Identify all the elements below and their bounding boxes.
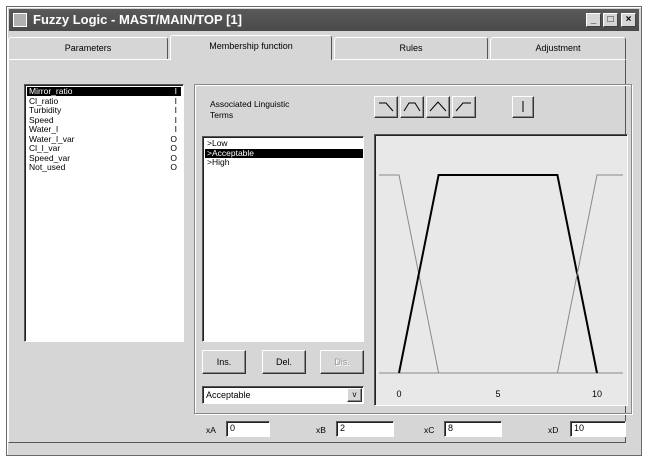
- x-tick-label: 5: [495, 389, 500, 399]
- variable-list-item[interactable]: Not_used O: [27, 163, 181, 172]
- term-select[interactable]: Acceptable v: [202, 386, 364, 404]
- tab-parameters[interactable]: Parameters: [8, 37, 168, 59]
- x-tick-label: 0: [396, 389, 401, 399]
- xb-field[interactable]: 2: [336, 421, 394, 437]
- singleton-shape-icon: [522, 101, 524, 112]
- variable-list-item[interactable]: Water_l I: [27, 125, 181, 134]
- trapezoid-shape-icon: [403, 102, 421, 112]
- xb-label: xB: [316, 425, 326, 435]
- shape-trapezoid-button[interactable]: [400, 96, 424, 118]
- xa-label: xA: [206, 425, 216, 435]
- shape-s-button[interactable]: [452, 96, 476, 118]
- x-tick-label: 10: [592, 389, 602, 399]
- membership-series-line: [398, 174, 598, 374]
- triangle-shape-icon: [429, 101, 447, 112]
- shape-z-button[interactable]: [374, 96, 398, 118]
- variable-list[interactable]: Mirror_ratio I Cl_ratio I Turbidity I Speed I Wa…: [24, 84, 184, 342]
- variable-io-type: O: [170, 143, 177, 153]
- term-select-value: Acceptable: [206, 390, 251, 400]
- delete-term-button[interactable]: Del.: [262, 350, 306, 374]
- membership-chart-svg: 0 5 10: [379, 174, 623, 399]
- minimize-button[interactable]: _: [586, 13, 601, 27]
- shape-triangle-button[interactable]: [426, 96, 450, 118]
- tab-adjustment[interactable]: Adjustment: [490, 37, 626, 59]
- maximize-button[interactable]: □: [603, 13, 618, 27]
- variable-io-type: O: [170, 162, 177, 172]
- variable-name: Not_used: [29, 162, 66, 172]
- app-icon: [13, 13, 27, 27]
- xd-field[interactable]: 10: [570, 421, 626, 437]
- shape-singleton-button[interactable]: [512, 96, 534, 118]
- tab-membership-function[interactable]: Membership function: [170, 35, 332, 60]
- term-list-item[interactable]: >Low: [205, 139, 363, 148]
- variable-io-type: I: [174, 124, 177, 134]
- variable-name: Water_l: [29, 124, 58, 134]
- xc-label: xC: [424, 425, 435, 435]
- variable-list-item[interactable]: Cl_l_var O: [27, 144, 181, 153]
- s-shape-icon: [455, 102, 471, 112]
- term-list-item[interactable]: >High: [205, 158, 363, 167]
- variable-list-item[interactable]: Turbidity I: [27, 106, 181, 115]
- chevron-down-icon[interactable]: v: [347, 388, 362, 402]
- tab-rules[interactable]: Rules: [334, 37, 488, 59]
- terms-label-line2: Terms: [210, 110, 234, 120]
- window-title: Fuzzy Logic - MAST/MAIN/TOP [1]: [33, 12, 242, 27]
- variable-io-type: I: [174, 105, 177, 115]
- terms-label-line1: Associated Linguistic: [210, 99, 290, 109]
- variable-name: Turbidity: [29, 105, 62, 115]
- xa-field[interactable]: 0: [226, 421, 270, 437]
- tab-strip: Parameters Membership function Rules Adj…: [8, 35, 626, 60]
- close-button[interactable]: ×: [621, 13, 636, 27]
- variable-io-type: I: [174, 86, 177, 96]
- z-shape-icon: [379, 102, 394, 112]
- title-bar[interactable]: Fuzzy Logic - MAST/MAIN/TOP [1] _ □ ×: [9, 9, 639, 31]
- membership-chart: 0 5 10: [374, 134, 628, 406]
- variable-name: Cl_l_var: [29, 143, 61, 153]
- insert-term-button[interactable]: Ins.: [202, 350, 246, 374]
- variable-list-item[interactable]: Mirror_ratio I: [27, 87, 181, 96]
- membership-series-line: [379, 174, 440, 374]
- display-term-button[interactable]: Dis.: [320, 350, 364, 374]
- xd-label: xD: [548, 425, 559, 435]
- xc-field[interactable]: 8: [444, 421, 502, 437]
- terms-list[interactable]: >Low >Acceptable >High: [202, 136, 364, 342]
- variable-name: Mirror_ratio: [29, 86, 73, 96]
